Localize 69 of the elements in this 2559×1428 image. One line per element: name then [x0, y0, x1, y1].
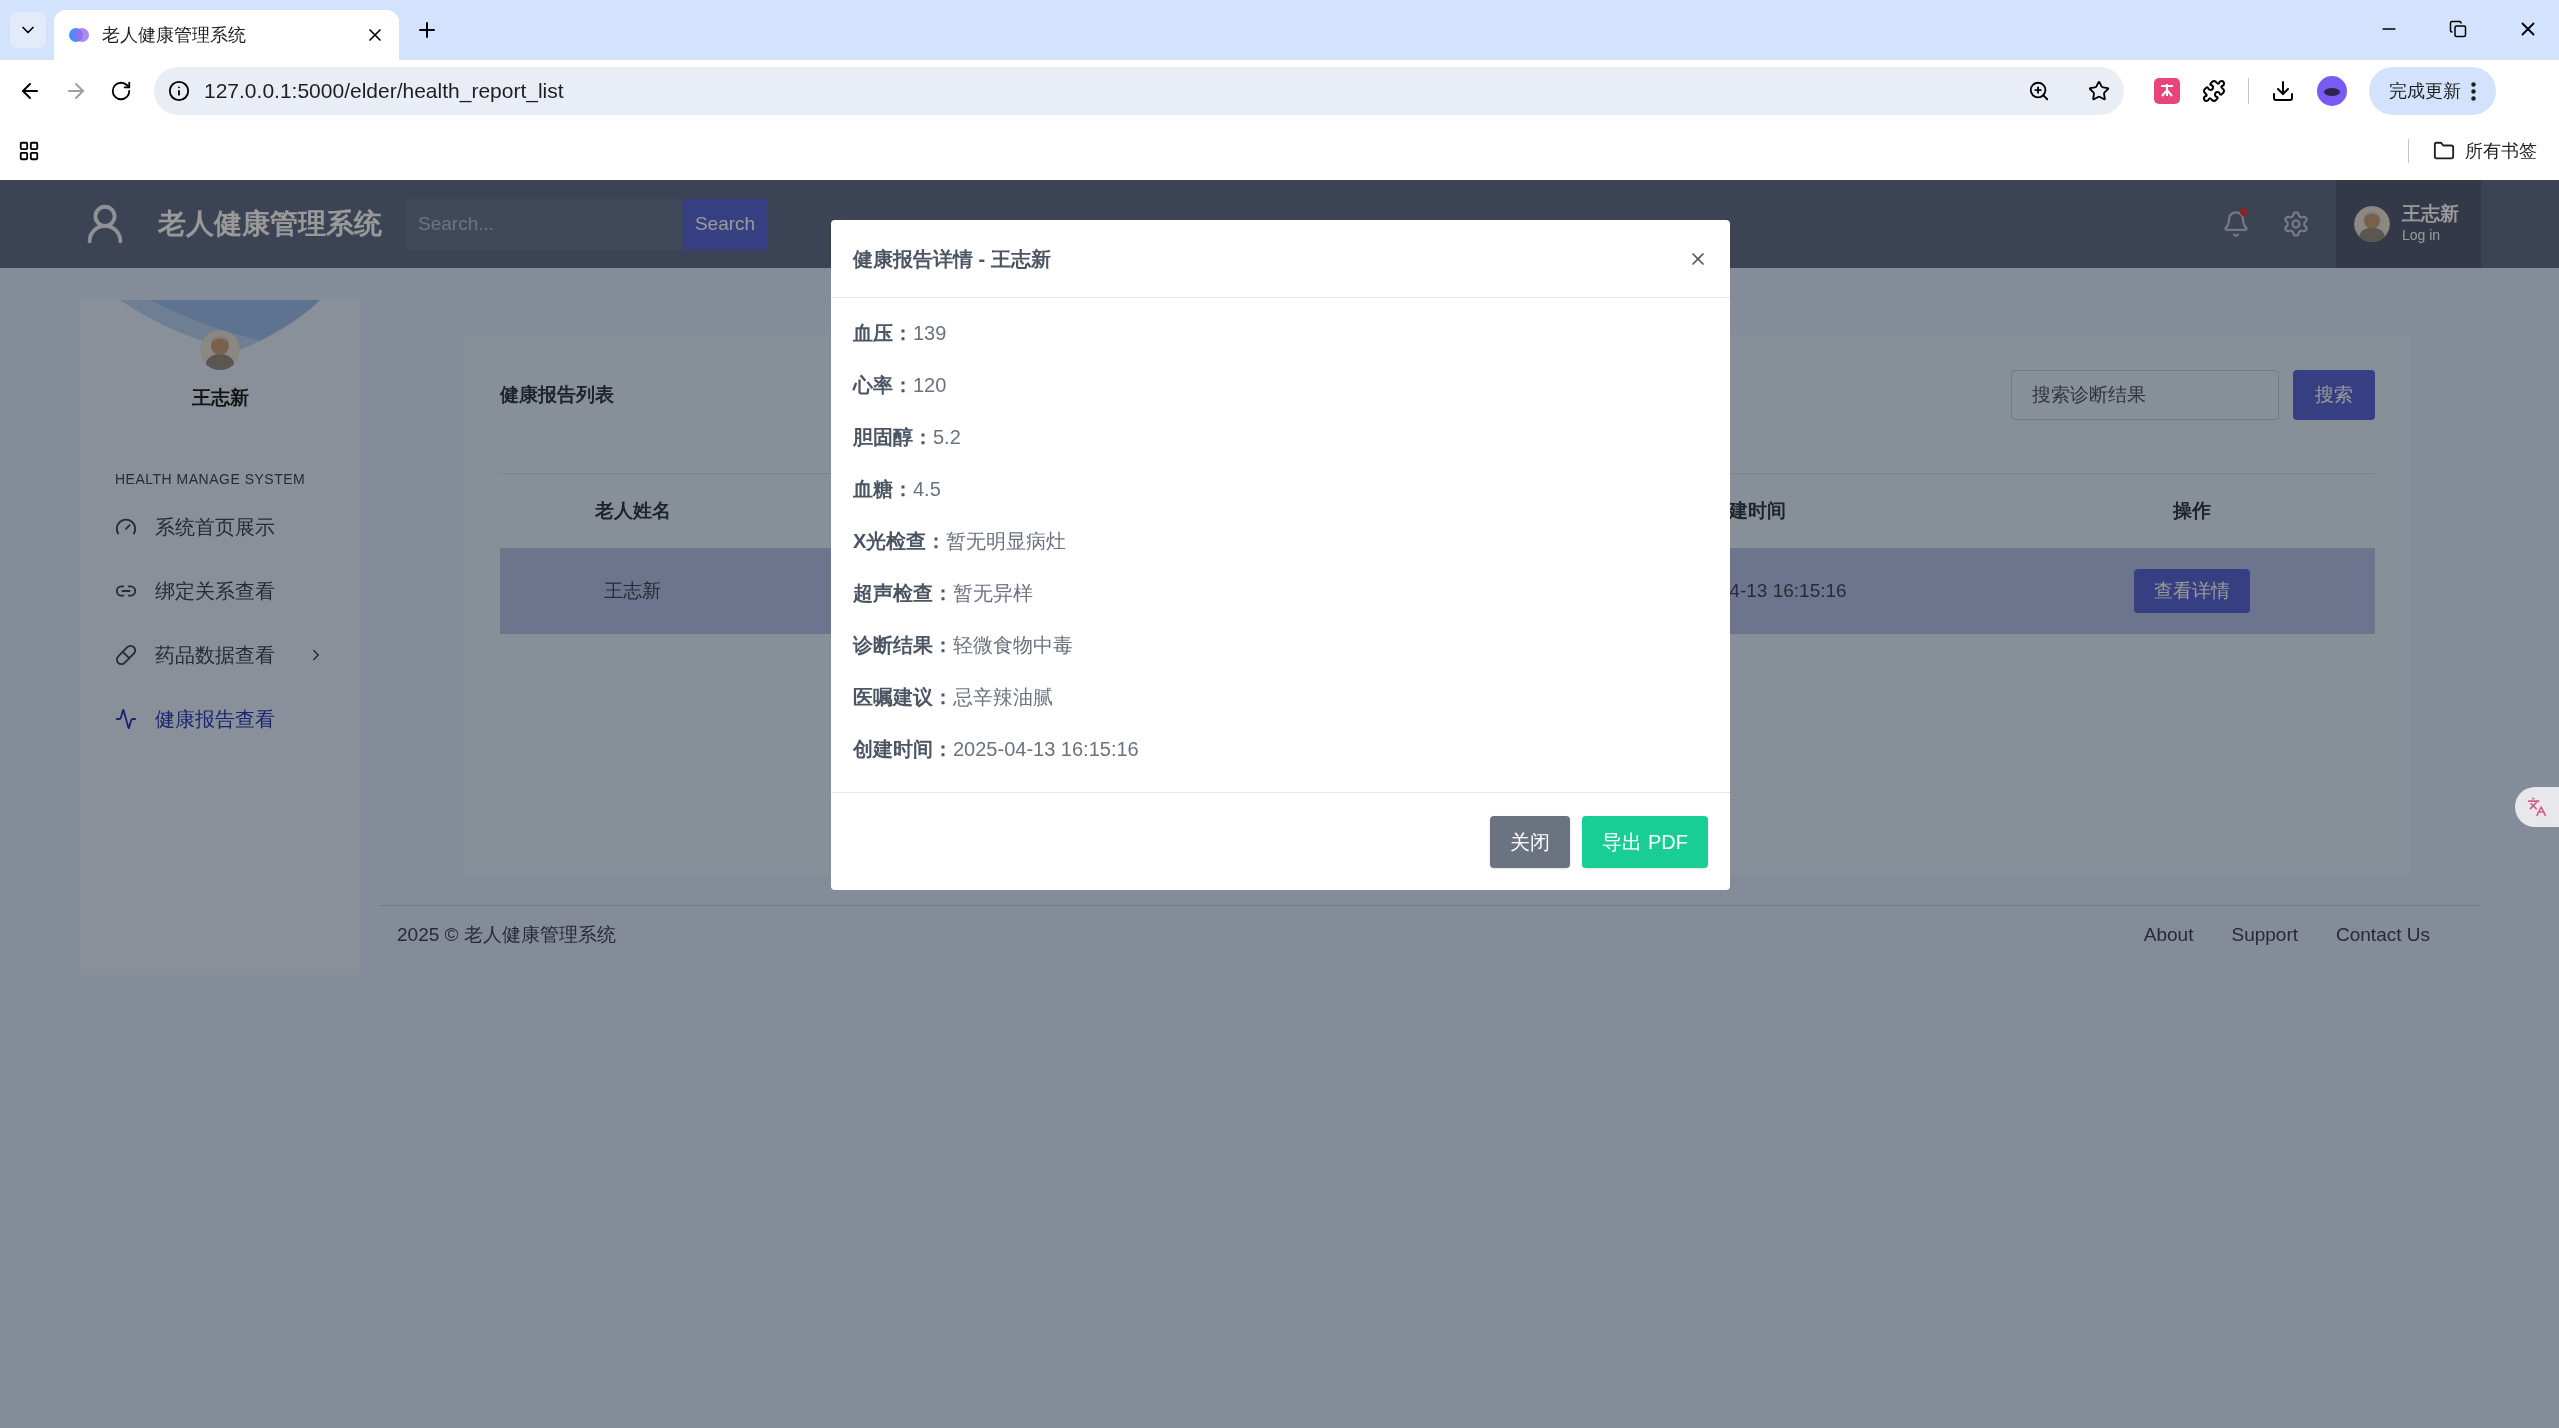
- sidebar-item[interactable]: 系统首页展示: [115, 511, 325, 542]
- field-label: 血压：: [853, 321, 913, 346]
- field-label: 血糖：: [853, 477, 913, 502]
- app-title: 老人健康管理系统: [158, 207, 382, 241]
- table-cell-text: 王志新: [603, 578, 663, 603]
- section-heading: HEALTH MANAGE SYSTEM: [115, 469, 306, 489]
- diagnosis-search-field[interactable]: 搜索诊断结果: [2011, 370, 2279, 420]
- translate-float-button[interactable]: [2515, 787, 2559, 827]
- sidebar-item[interactable]: 绑定关系查看: [115, 575, 325, 606]
- copyright-text: 2025 © 老人健康管理系统: [397, 923, 616, 948]
- column-header: 操作: [2171, 498, 2213, 523]
- zoom-icon[interactable]: [2028, 80, 2050, 102]
- field-value: 4.5: [913, 477, 941, 502]
- card-title: 健康报告列表: [500, 382, 614, 407]
- apps-icon[interactable]: [18, 140, 40, 162]
- user-avatar: [2354, 206, 2390, 242]
- user-name: 王志新: [2402, 201, 2459, 226]
- column-header: 建时间: [1729, 498, 1788, 523]
- tab-title: 老人健康管理系统: [102, 23, 247, 47]
- update-button[interactable]: 完成更新: [2369, 67, 2496, 115]
- field-label: 超声检查：: [853, 581, 953, 606]
- extensions-icon[interactable]: [2202, 79, 2226, 103]
- field-label: 创建时间：: [853, 737, 953, 762]
- user-menu[interactable]: 王志新 Log in: [2336, 180, 2481, 268]
- site-info-icon[interactable]: [168, 80, 190, 102]
- field-value: 2025-04-13 16:15:16: [953, 737, 1139, 762]
- more-icon: [2471, 81, 2476, 101]
- field-value: 暂无异样: [953, 581, 1033, 606]
- field-label: X光检查：: [853, 529, 947, 554]
- translate-icon: [2527, 797, 2547, 817]
- field-value: 5.2: [933, 425, 961, 450]
- diagnosis-search-button[interactable]: 搜索: [2293, 370, 2375, 420]
- field-label: 诊断结果：: [853, 633, 953, 658]
- field-label: 医嘱建议：: [853, 685, 953, 710]
- chart-icon: [115, 707, 137, 730]
- sidebar-item[interactable]: 健康报告查看: [115, 703, 325, 734]
- dialog-title: 健康报告详情 - 王志新: [853, 246, 1052, 272]
- url-text: 127.0.0.1:5000/elder/health_report_list: [204, 78, 565, 105]
- bookmark-star-icon[interactable]: [2088, 80, 2110, 102]
- field-value: 轻微食物中毒: [953, 633, 1073, 658]
- field-value: 120: [913, 373, 947, 398]
- view-details-button[interactable]: 查看详情: [2134, 569, 2251, 613]
- profile-avatar: [200, 330, 240, 370]
- bookmarks-folder[interactable]: 所有书签: [2433, 137, 2537, 165]
- field-label: 心率：: [853, 373, 913, 398]
- login-status: Log in: [2402, 226, 2442, 246]
- restore-icon[interactable]: [2449, 20, 2467, 38]
- profile-avatar[interactable]: [2317, 76, 2347, 106]
- field-value: 忌辛辣油腻: [953, 685, 1053, 710]
- folder-icon: [2433, 140, 2455, 162]
- download-icon[interactable]: [2271, 79, 2295, 103]
- site-icon: [68, 27, 90, 43]
- reload-icon[interactable]: [110, 80, 132, 102]
- footer-link[interactable]: Contact Us: [2336, 921, 2430, 950]
- footer-link[interactable]: About: [2143, 921, 2194, 950]
- footer-link[interactable]: Support: [2231, 921, 2298, 950]
- address-bar[interactable]: 127.0.0.1:5000/elder/health_report_list: [154, 67, 2124, 115]
- header-search-button[interactable]: Search: [683, 198, 767, 250]
- browser-tab[interactable]: 老人健康管理系统: [54, 10, 399, 60]
- field-value: 暂无明显病灶: [946, 529, 1067, 554]
- profile-name: 王志新: [191, 386, 249, 410]
- close-button[interactable]: 关闭: [1490, 815, 1571, 868]
- field-value: 139: [913, 321, 947, 346]
- sidebar-item[interactable]: 药品数据查看: [115, 639, 325, 670]
- pill-icon: [115, 643, 137, 666]
- column-header: 老人姓名: [593, 498, 672, 523]
- field-label: 胆固醇：: [853, 425, 933, 450]
- translate-extension-icon[interactable]: [2154, 78, 2180, 104]
- table-cell-text: 4-13 16:15:16: [1729, 578, 1848, 603]
